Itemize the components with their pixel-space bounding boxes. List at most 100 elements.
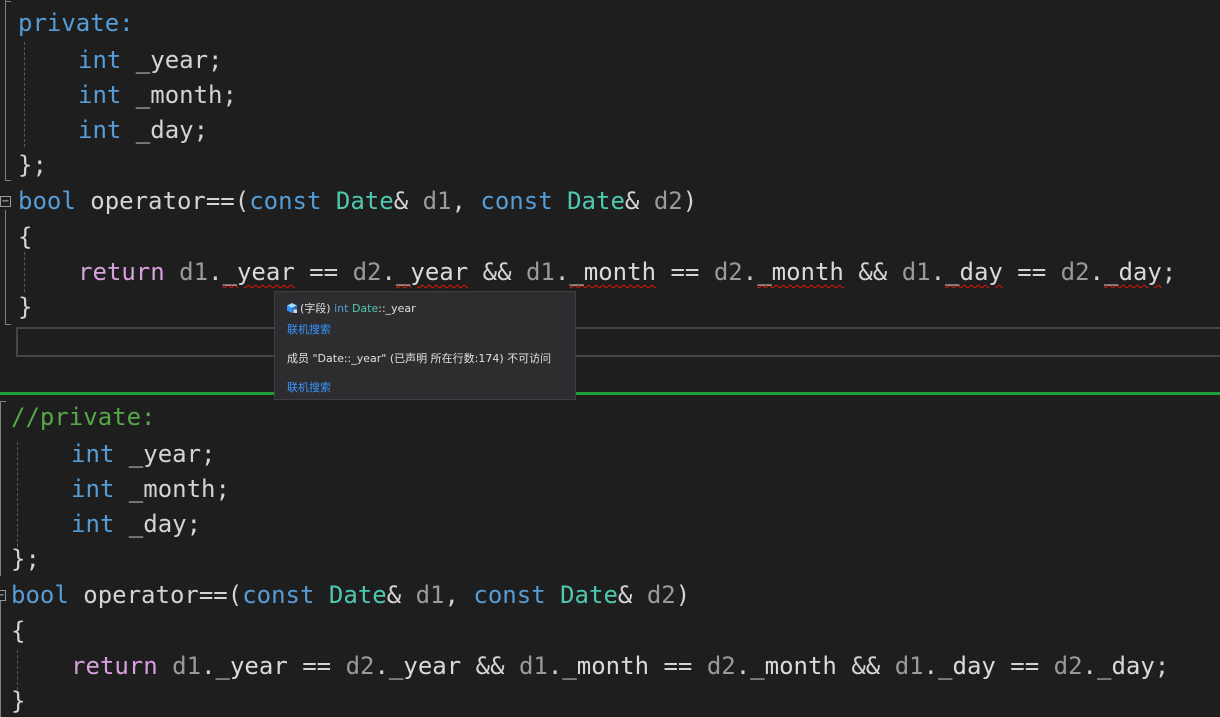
code-token: . (201, 652, 216, 680)
code-line[interactable]: bool operator==(const Date& d1, const Da… (11, 578, 690, 613)
code-token: _month (757, 258, 844, 286)
code-token: d2 (653, 187, 683, 215)
code-token: return (78, 258, 165, 286)
editor-pane-top[interactable]: − private: int _year; int _month; int _d… (0, 0, 1220, 392)
code-token: Date (335, 187, 394, 215)
code-line[interactable]: }; (18, 148, 47, 183)
code-token: int (71, 440, 115, 468)
indent-guide (17, 442, 18, 547)
current-line-highlight[interactable] (16, 327, 1220, 357)
code-token: d2 (1060, 258, 1090, 286)
quick-info-tooltip: (字段) int Date::_year 联机搜索 成员 "Date::_yea… (274, 291, 576, 400)
code-token: }; (11, 545, 40, 573)
code-token: d2 (345, 652, 375, 680)
online-search-link[interactable]: 联机搜索 (287, 379, 331, 395)
code-line[interactable]: bool operator==(const Date& d1, const Da… (18, 184, 697, 219)
tooltip-member: _year (385, 302, 416, 315)
code-token: _day; (121, 116, 209, 144)
code-token: . (923, 652, 939, 680)
collapse-toggle-icon[interactable]: − (0, 196, 11, 207)
code-token: && (468, 258, 526, 286)
code-line[interactable]: //private: (11, 400, 156, 435)
code-token: _year (222, 258, 295, 286)
code-line[interactable]: }; (11, 542, 40, 577)
code-token: d2 (1053, 652, 1083, 680)
tooltip-type: int (334, 302, 349, 315)
code-token: . (742, 258, 758, 286)
code-token: _month; (121, 81, 237, 109)
code-token: int (78, 46, 122, 74)
tooltip-scope-sep: :: (378, 302, 386, 315)
code-line[interactable]: int _year; (78, 43, 223, 78)
code-token: _month (750, 652, 837, 680)
code-token: return (71, 652, 158, 680)
code-token: . (208, 258, 223, 286)
code-token: && (836, 652, 895, 680)
code-token: d2 (646, 581, 676, 609)
code-line[interactable]: return d1._year == d2._year && d1._month… (71, 649, 1169, 684)
code-line[interactable]: } (11, 684, 25, 717)
code-token: == (287, 652, 346, 680)
code-token: _day; (114, 510, 202, 538)
code-token: & (393, 187, 423, 215)
code-token: d1 (415, 581, 445, 609)
code-token: private: (18, 9, 134, 37)
code-line[interactable]: int _month; (78, 78, 237, 113)
code-token: == (649, 652, 707, 680)
code-token: d2 (706, 652, 736, 680)
code-token: Date (567, 187, 625, 215)
code-token: _day (945, 258, 1003, 286)
code-token: . (1082, 652, 1097, 680)
code-token: ; (1161, 258, 1177, 286)
code-token: _year (388, 652, 462, 680)
code-token: == (294, 258, 353, 286)
code-token: _year (215, 652, 288, 680)
collapse-toggle-icon[interactable]: − (0, 590, 6, 601)
code-token: } (18, 293, 33, 321)
code-token: const (249, 187, 322, 215)
scope-tick (5, 180, 11, 181)
code-token: , (451, 187, 481, 215)
code-token: d1 (518, 652, 548, 680)
code-line[interactable]: int _day; (71, 507, 201, 542)
code-line[interactable]: return d1._year == d2._year && d1._month… (78, 255, 1176, 290)
code-token: int (78, 81, 122, 109)
code-token: int (78, 116, 122, 144)
code-token: operator==( (68, 581, 243, 609)
class-scope-bracket (0, 401, 1, 576)
editor-pane-bottom[interactable]: − //private: int _year; int _month; int … (0, 395, 1220, 717)
code-line[interactable]: int _day; (78, 113, 208, 148)
code-token: ) (682, 187, 698, 215)
tooltip-kind: (字段) (300, 302, 331, 315)
code-token: Date (328, 581, 387, 609)
code-line[interactable]: int _month; (71, 472, 230, 507)
code-line[interactable]: private: (18, 6, 134, 41)
code-token: Date (560, 581, 618, 609)
field-cube-icon (287, 303, 297, 313)
code-token: const (473, 581, 546, 609)
code-token: d1 (172, 652, 202, 680)
code-line[interactable]: int _year; (71, 437, 216, 472)
online-search-link[interactable]: 联机搜索 (287, 321, 331, 337)
code-token: . (547, 652, 563, 680)
code-line[interactable]: } (18, 290, 32, 325)
code-token: && (461, 652, 519, 680)
code-token: . (735, 652, 751, 680)
code-token: _day (938, 652, 996, 680)
function-scope-bracket (5, 210, 6, 324)
indent-guide (24, 252, 25, 292)
code-token: . (930, 258, 946, 286)
tooltip-error-message: 成员 "Date::_year" (已声明 所在行数:174) 不可访问 (287, 352, 552, 365)
code-line[interactable]: { (18, 220, 32, 255)
code-token: _year (395, 258, 469, 286)
code-line[interactable]: { (11, 614, 25, 649)
code-token: const (242, 581, 315, 609)
code-token: . (1089, 258, 1104, 286)
code-token: d2 (713, 258, 743, 286)
code-token: . (374, 652, 389, 680)
